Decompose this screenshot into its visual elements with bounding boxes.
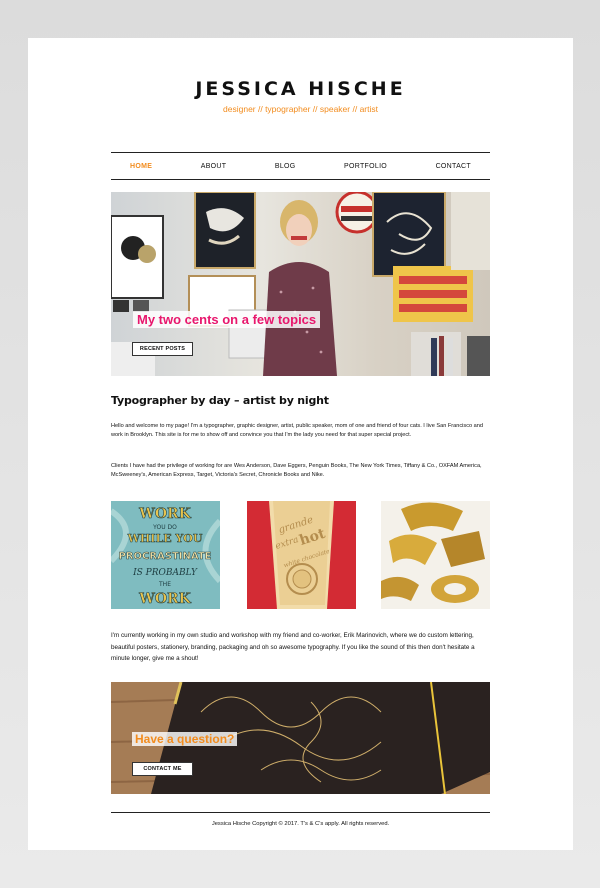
site-title[interactable]: JESSICA HISCHE xyxy=(28,78,573,100)
portfolio-thumb-starbucks[interactable]: grande extra hot white chocolate xyxy=(247,501,356,609)
hero-banner: My two cents on a few topics RECENT POST… xyxy=(111,192,490,376)
contact-banner: Have a question? CONTACT ME xyxy=(111,682,490,794)
intro-paragraph-clients: Clients I have had the privilege of work… xyxy=(111,463,482,478)
nav-blog[interactable]: BLOG xyxy=(275,163,296,170)
contact-me-button[interactable]: CONTACT ME xyxy=(132,762,193,776)
portfolio-thumb-procrastinate[interactable]: WORK YOU DO WHILE YOU PROCRASTINATE IS P… xyxy=(111,501,220,609)
thumb1-line-5: IS PROBABLY xyxy=(132,568,198,578)
thumb1-line-4: PROCRASTINATE xyxy=(118,551,211,562)
thumb1-line-6: THE xyxy=(158,581,171,588)
intro-heading: Typographer by day – artist by night xyxy=(111,394,329,407)
recent-posts-button[interactable]: RECENT POSTS xyxy=(132,342,193,356)
thumb1-line-1: WORK xyxy=(138,506,192,522)
intro-paragraph-1: Hello and welcome to my page! I'm a typo… xyxy=(111,423,484,438)
page-card: JESSICA HISCHE designer // typographer /… xyxy=(28,38,573,850)
nav-home[interactable]: HOME xyxy=(130,163,152,170)
studio-paragraph: I'm currently working in my own studio a… xyxy=(111,632,475,662)
main-nav: HOME ABOUT BLOG PORTFOLIO CONTACT xyxy=(111,152,490,180)
site-tagline: designer // typographer // speaker // ar… xyxy=(223,104,378,114)
nav-contact[interactable]: CONTACT xyxy=(436,163,471,170)
nav-about[interactable]: ABOUT xyxy=(201,163,227,170)
portfolio-thumb-gold-lettering[interactable] xyxy=(381,501,490,609)
thumb1-line-2: YOU DO xyxy=(152,524,177,531)
nav-portfolio[interactable]: PORTFOLIO xyxy=(344,163,387,170)
hero-headline: My two cents on a few topics xyxy=(133,311,321,328)
site-footer: Jessica Hische Copyright © 2017. T's & C… xyxy=(111,812,490,827)
thumb1-line-7: WORK xyxy=(138,591,192,607)
thumb1-line-3: WHILE YOU xyxy=(127,532,203,545)
cta-headline: Have a question? xyxy=(132,732,238,746)
